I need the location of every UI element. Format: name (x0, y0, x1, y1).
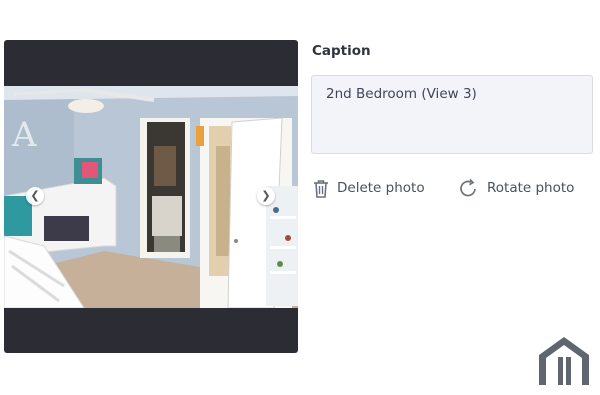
chevron-left-icon: ❮ (30, 189, 40, 202)
rotate-photo-button[interactable]: Rotate photo (459, 176, 574, 200)
trash-icon (314, 179, 328, 198)
house-logo-icon (539, 337, 589, 385)
photo-viewer: A ❮ ❯ (4, 40, 298, 353)
rotate-icon (460, 178, 476, 197)
svg-text:A: A (11, 115, 37, 155)
rotate-photo-label: Rotate photo (487, 180, 575, 196)
caption-input[interactable]: 2nd Bedroom (View 3) (311, 75, 593, 154)
delete-photo-label: Delete photo (337, 180, 425, 196)
prev-photo-button[interactable]: ❮ (26, 187, 44, 205)
next-photo-button[interactable]: ❯ (257, 187, 275, 205)
bedroom-photo: A (4, 86, 298, 308)
delete-photo-button[interactable]: Delete photo (313, 176, 425, 200)
chevron-right-icon: ❯ (261, 189, 271, 202)
caption-label: Caption (312, 43, 371, 59)
